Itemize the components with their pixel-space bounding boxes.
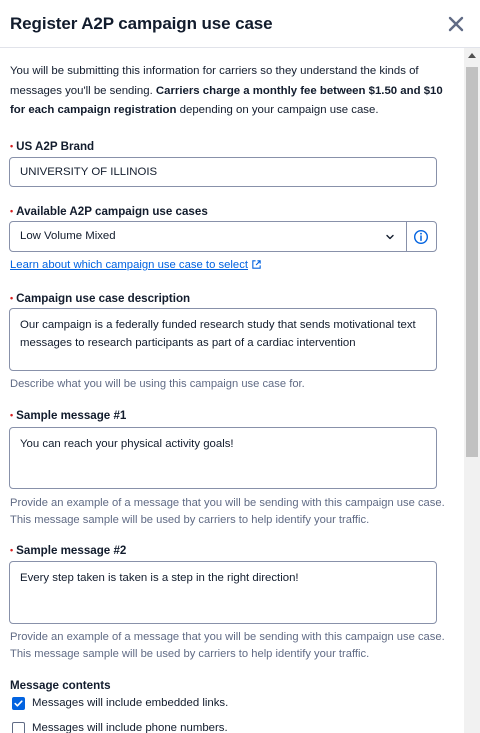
description-label: • Campaign use case description	[10, 292, 190, 305]
close-icon	[448, 16, 464, 32]
brand-field[interactable]: UNIVERSITY OF ILLINOIS	[9, 157, 437, 187]
required-indicator: •	[10, 141, 14, 151]
required-indicator: •	[10, 545, 14, 555]
description-textarea[interactable]: Our campaign is a federally funded resea…	[9, 308, 437, 371]
scrollbar-thumb[interactable]	[466, 67, 478, 457]
sample1-label: • Sample message #1	[10, 409, 126, 422]
learn-use-case-link[interactable]: Learn about which campaign use case to s…	[10, 259, 262, 271]
brand-label: • US A2P Brand	[10, 140, 94, 153]
sample2-label-text: Sample message #2	[16, 544, 127, 557]
use-case-label: • Available A2P campaign use cases	[10, 205, 208, 218]
chevron-down-icon	[386, 234, 394, 240]
sample2-label: • Sample message #2	[10, 544, 126, 557]
sample2-help-text: Provide an example of a message that you…	[10, 631, 445, 660]
embedded-links-label: Messages will include embedded links.	[32, 697, 229, 709]
embedded-links-checkbox[interactable]	[12, 697, 25, 710]
sample2-textarea[interactable]: Every step taken is taken is a step in t…	[9, 561, 437, 624]
use-case-select[interactable]: Low Volume Mixed	[9, 221, 437, 252]
checkmark-icon	[14, 700, 23, 707]
dialog-title: Register A2P campaign use case	[10, 14, 273, 33]
message-contents-title: Message contents	[10, 679, 111, 692]
description-help-text: Describe what you will be using this cam…	[10, 378, 305, 390]
intro-text-2: depending on your campaign use case.	[179, 104, 379, 116]
info-icon[interactable]	[412, 228, 430, 246]
required-indicator: •	[10, 410, 14, 420]
phone-numbers-checkbox[interactable]	[12, 722, 25, 733]
select-divider	[406, 222, 407, 251]
required-indicator: •	[10, 206, 14, 216]
scrollbar[interactable]	[464, 48, 480, 733]
use-case-label-text: Available A2P campaign use cases	[16, 205, 208, 218]
phone-numbers-label: Messages will include phone numbers.	[32, 722, 228, 733]
sample1-textarea[interactable]: You can reach your physical activity goa…	[9, 427, 437, 489]
learn-use-case-link-text[interactable]: Learn about which campaign use case to s…	[10, 259, 248, 271]
sample1-label-text: Sample message #1	[16, 409, 127, 422]
sample1-help-text: Provide an example of a message that you…	[10, 497, 445, 526]
external-link-icon	[252, 260, 261, 269]
dialog-header: Register A2P campaign use case	[0, 0, 480, 48]
required-indicator: •	[10, 293, 14, 303]
brand-label-text: US A2P Brand	[16, 140, 95, 153]
dialog-body: You will be submitting this information …	[0, 48, 464, 733]
description-label-text: Campaign use case description	[16, 292, 191, 305]
intro-text: You will be submitting this information …	[10, 62, 454, 121]
scroll-up-arrow-icon[interactable]	[468, 53, 476, 58]
use-case-selected-value: Low Volume Mixed	[20, 230, 116, 242]
close-button[interactable]	[444, 12, 468, 36]
